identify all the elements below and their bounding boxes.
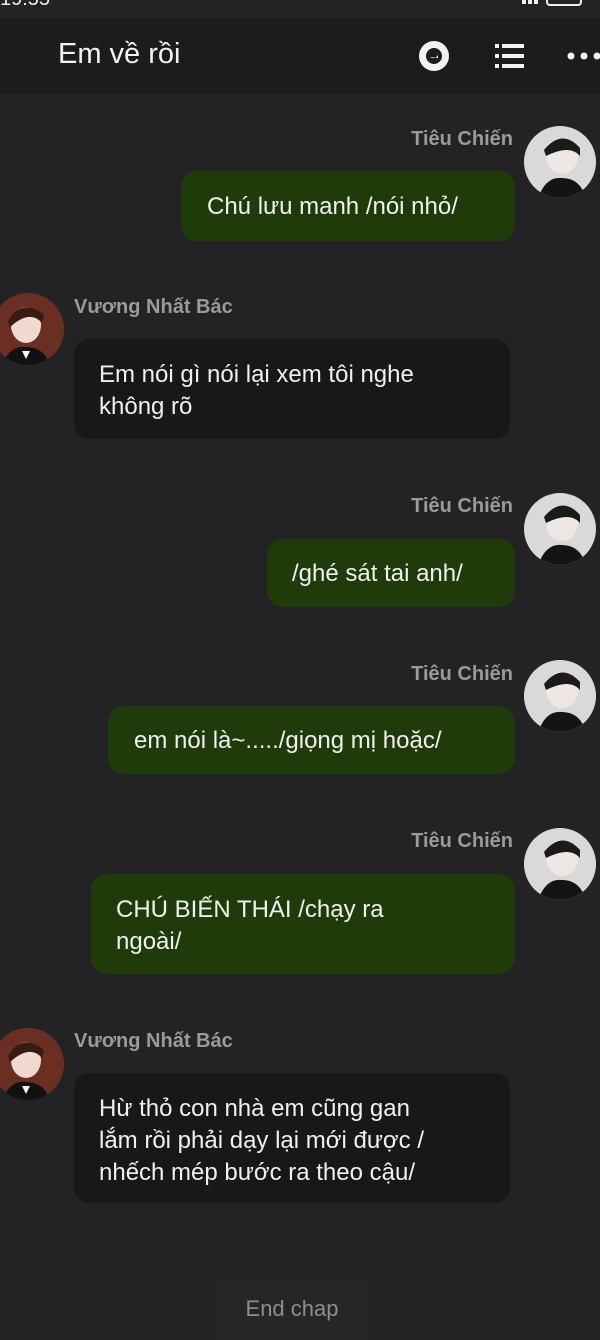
- avatar[interactable]: [524, 126, 596, 198]
- sender-name: Vương Nhất Bác: [74, 1030, 233, 1053]
- avatar[interactable]: [524, 660, 596, 732]
- sender-name: Tiêu Chiến: [411, 663, 513, 686]
- sender-name: Vương Nhất Bác: [74, 296, 233, 319]
- chat-header: Em về rồi: [0, 18, 600, 94]
- end-chap-button[interactable]: End chap: [216, 1280, 368, 1340]
- message-text: /ghé sát tai anh/: [292, 560, 463, 587]
- sender-name: Tiêu Chiến: [411, 495, 513, 518]
- message-text: không rõ: [99, 391, 510, 423]
- system-indicators: [492, 0, 582, 4]
- avatar[interactable]: [524, 828, 596, 900]
- message-bubble[interactable]: CHÚ BIẾN THÁI /chạy ra ngoài/: [91, 874, 515, 974]
- avatar[interactable]: [0, 293, 64, 365]
- message-bubble[interactable]: Chú lưu manh /nói nhỏ/: [181, 171, 515, 241]
- signal-icon: [528, 0, 532, 4]
- message-bubble[interactable]: em nói là~...../giọng mị hoặc/: [108, 706, 515, 774]
- message-text: nhếch mép bước ra theo cậu/: [99, 1157, 510, 1189]
- signal-icon: [534, 0, 538, 4]
- sender-name: Tiêu Chiến: [411, 830, 513, 853]
- status-bar: 19:55: [0, 0, 600, 8]
- message-bubble[interactable]: Hừ thỏ con nhà em cũng gan lắm rồi phải …: [74, 1073, 510, 1203]
- message-text: ngoài/: [116, 926, 515, 958]
- message-text: Em nói gì nói lại xem tôi nghe: [99, 359, 510, 391]
- signal-icon: [522, 0, 526, 4]
- more-icon[interactable]: [566, 38, 600, 74]
- sender-name: Tiêu Chiến: [411, 128, 513, 151]
- status-time: 19:55: [0, 0, 50, 11]
- message-text: Chú lưu manh /nói nhỏ/: [207, 193, 458, 220]
- avatar[interactable]: [0, 1028, 64, 1100]
- message-bubble[interactable]: Em nói gì nói lại xem tôi nghe không rõ: [74, 339, 510, 439]
- message-text: em nói là~...../giọng mị hoặc/: [134, 727, 442, 754]
- battery-icon: [546, 0, 582, 6]
- list-icon[interactable]: [492, 38, 528, 74]
- avatar[interactable]: [524, 493, 596, 565]
- message-text: Hừ thỏ con nhà em cũng gan: [99, 1093, 510, 1125]
- eye-icon[interactable]: [416, 38, 452, 74]
- chat-title: Em về rồi: [58, 38, 180, 71]
- message-text: CHÚ BIẾN THÁI /chạy ra: [116, 894, 515, 926]
- message-bubble[interactable]: /ghé sát tai anh/: [267, 539, 515, 607]
- message-text: lắm rồi phải dạy lại mới được /: [99, 1125, 510, 1157]
- end-chap-label: End chap: [216, 1296, 368, 1322]
